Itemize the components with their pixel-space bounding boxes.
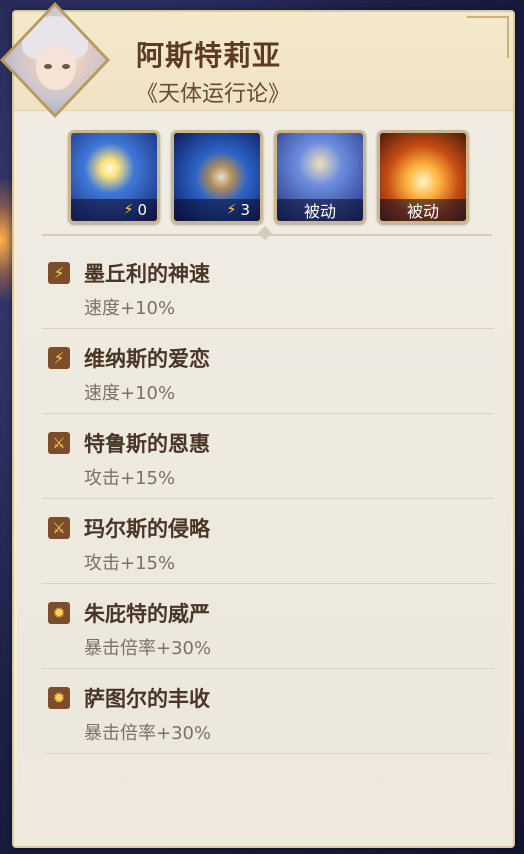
skill-cost: ⚡ 0 xyxy=(71,199,157,221)
skill-passive-tag: 被动 xyxy=(277,199,363,221)
skill-slot-1[interactable]: ⚡ 0 xyxy=(68,130,160,224)
effect-stat: 攻击+15% xyxy=(84,468,176,489)
skill-slot-4[interactable]: 被动 xyxy=(377,130,469,224)
skill-passive-tag: 被动 xyxy=(380,199,466,221)
avatar-eye xyxy=(62,64,70,69)
skill-bar: ⚡ 0 ⚡ 3 被动 被动 xyxy=(68,130,469,224)
effect-stat: 速度+10% xyxy=(84,383,176,404)
effect-stat: 暴击倍率+30% xyxy=(84,638,212,659)
skill-cost-value: 3 xyxy=(240,201,250,219)
scroll-fade xyxy=(14,736,513,846)
energy-icon: ⚡ xyxy=(226,202,237,218)
corner-ornament xyxy=(467,16,509,58)
critical-burst-icon: ✹ xyxy=(48,687,70,709)
effect-title: 朱庇特的威严 xyxy=(84,601,210,626)
effect-list: ⚡ 墨丘利的神速 速度+10% ⚡ 维纳斯的爱恋 速度+10% ⚔ 特鲁斯的恩惠… xyxy=(42,244,494,754)
effect-row: ✹ 朱庇特的威严 暴击倍率+30% xyxy=(42,584,494,669)
critical-burst-icon: ✹ xyxy=(48,602,70,624)
skill-cost-value: 0 xyxy=(137,201,147,219)
effect-row: ⚔ 玛尔斯的侵略 攻击+15% xyxy=(42,499,494,584)
lightning-icon: ⚡ xyxy=(48,262,70,284)
effect-title: 特鲁斯的恩惠 xyxy=(84,431,210,456)
avatar-eye xyxy=(44,64,52,69)
effect-title: 墨丘利的神速 xyxy=(84,261,210,286)
avatar-face xyxy=(36,46,76,90)
effect-title: 玛尔斯的侵略 xyxy=(84,516,210,541)
lightning-icon: ⚡ xyxy=(48,347,70,369)
divider-ornament xyxy=(257,225,273,241)
effect-row: ⚡ 墨丘利的神速 速度+10% xyxy=(42,244,494,329)
sword-icon: ⚔ xyxy=(48,517,70,539)
character-subtitle: 《天体运行论》 xyxy=(136,82,291,107)
energy-icon: ⚡ xyxy=(123,202,134,218)
sword-icon: ⚔ xyxy=(48,432,70,454)
effect-stat: 速度+10% xyxy=(84,298,176,319)
character-skill-panel: 阿斯特莉亚 《天体运行论》 ⚡ 0 ⚡ 3 被动 被动 ⚡ 墨丘利的神速 速度+… xyxy=(12,10,515,848)
effect-row: ⚡ 维纳斯的爱恋 速度+10% xyxy=(42,329,494,414)
effect-row: ⚔ 特鲁斯的恩惠 攻击+15% xyxy=(42,414,494,499)
character-name: 阿斯特莉亚 xyxy=(136,39,282,72)
effect-stat: 攻击+15% xyxy=(84,553,176,574)
effect-title: 萨图尔的丰收 xyxy=(84,686,210,711)
skill-slot-2[interactable]: ⚡ 3 xyxy=(171,130,263,224)
skill-cost: ⚡ 3 xyxy=(174,199,260,221)
effect-title: 维纳斯的爱恋 xyxy=(84,346,210,371)
skill-slot-3[interactable]: 被动 xyxy=(274,130,366,224)
